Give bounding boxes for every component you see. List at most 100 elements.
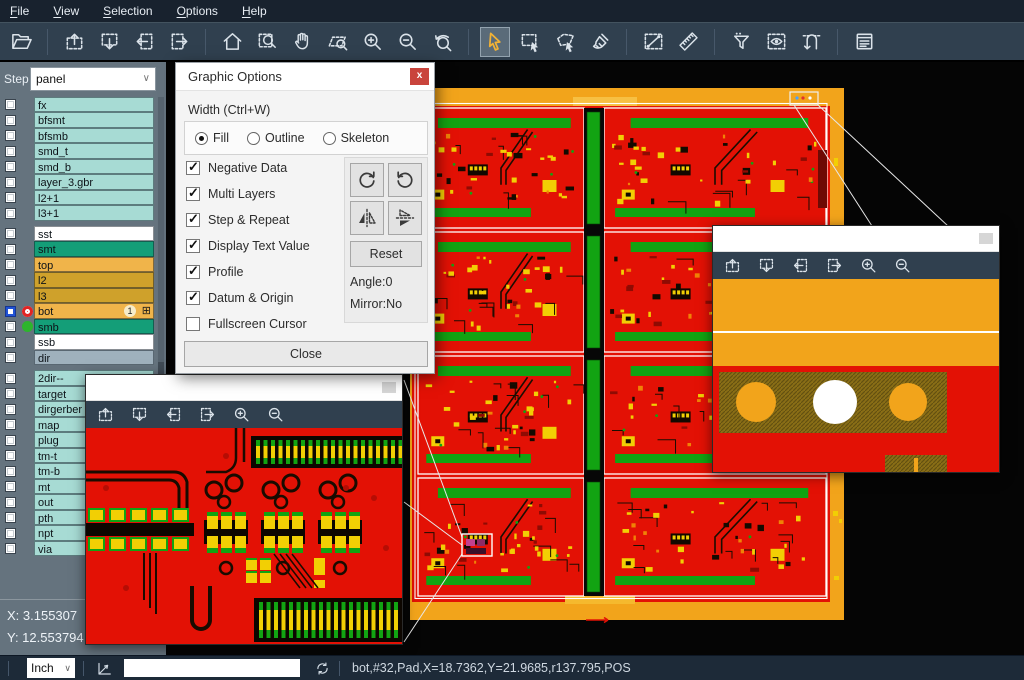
option-checkbox-step-repeat[interactable]: ✓Step & Repeat <box>186 211 289 229</box>
magnifier-window-button[interactable] <box>382 382 396 393</box>
magnifier-view-left[interactable] <box>86 428 402 644</box>
pan-up-button[interactable] <box>59 27 89 57</box>
width-radio-skeleton[interactable]: Skeleton <box>323 131 390 145</box>
corner-angle-icon[interactable] <box>96 659 114 677</box>
ruler-button[interactable] <box>673 27 703 57</box>
snap-button[interactable] <box>796 27 826 57</box>
rotate-ccw-button[interactable] <box>388 163 422 197</box>
layer-name[interactable]: l2 <box>34 272 154 288</box>
width-radio-outline[interactable]: Outline <box>247 131 305 145</box>
layer-name[interactable]: smd_t <box>34 143 154 159</box>
select-rect-button[interactable] <box>515 27 545 57</box>
layer-visibility-checkbox[interactable] <box>5 512 16 523</box>
layer-visibility-checkbox[interactable] <box>5 208 16 219</box>
pan-left-button[interactable] <box>791 256 810 275</box>
layer-visibility-checkbox[interactable] <box>5 373 16 384</box>
home-button[interactable] <box>217 27 247 57</box>
layer-visibility-checkbox[interactable] <box>5 161 16 172</box>
select-polygon-button[interactable] <box>550 27 580 57</box>
layer-visibility-checkbox[interactable] <box>5 115 16 126</box>
layer-visibility-checkbox[interactable] <box>5 306 16 317</box>
layer-visibility-checkbox[interactable] <box>5 228 16 239</box>
layer-name[interactable]: smt <box>34 241 154 257</box>
width-radio-fill[interactable]: Fill <box>195 131 229 145</box>
layer-visibility-checkbox[interactable] <box>5 146 16 157</box>
layer-name[interactable]: bfsmt <box>34 112 154 128</box>
filter-button[interactable] <box>726 27 756 57</box>
rotate-cw-button[interactable] <box>350 163 384 197</box>
layer-visibility-checkbox[interactable] <box>5 466 16 477</box>
layer-list-button[interactable] <box>849 27 879 57</box>
layer-name[interactable]: fx <box>34 97 154 113</box>
clear-brush-button[interactable] <box>585 27 615 57</box>
layer-visibility-checkbox[interactable] <box>5 419 16 430</box>
layer-name[interactable]: sst <box>34 226 154 242</box>
layer-visibility-checkbox[interactable] <box>5 259 16 270</box>
layer-visibility-checkbox[interactable] <box>5 99 16 110</box>
reset-button[interactable]: Reset <box>350 241 422 267</box>
step-select[interactable]: panel ∨ <box>30 67 156 91</box>
pan-left-button[interactable] <box>129 27 159 57</box>
option-checkbox-datum-origin[interactable]: ✓Datum & Origin <box>186 289 293 307</box>
option-checkbox-negative-data[interactable]: ✓Negative Data <box>186 159 287 177</box>
layer-visibility-checkbox[interactable] <box>5 337 16 348</box>
pan-right-button[interactable] <box>164 27 194 57</box>
pan-up-button[interactable] <box>96 405 115 424</box>
layer-name[interactable]: bfsmb <box>34 128 154 144</box>
zoom-out-button[interactable] <box>266 405 285 424</box>
layer-visibility-checkbox[interactable] <box>5 497 16 508</box>
menu-item-help[interactable]: Help <box>242 4 267 18</box>
magnifier-window-button[interactable] <box>979 233 993 244</box>
zoom-out-button[interactable] <box>392 27 422 57</box>
layer-visibility-checkbox[interactable] <box>5 435 16 446</box>
layer-visibility-checkbox[interactable] <box>5 528 16 539</box>
zoom-in-button[interactable] <box>232 405 251 424</box>
layer-visibility-checkbox[interactable] <box>5 130 16 141</box>
layer-visibility-checkbox[interactable] <box>5 450 16 461</box>
layer-visibility-checkbox[interactable] <box>5 543 16 554</box>
option-checkbox-fullscreen-cursor[interactable]: Fullscreen Cursor <box>186 315 307 333</box>
measure-distance-button[interactable] <box>638 27 668 57</box>
layer-name[interactable]: ssb <box>34 334 154 350</box>
zoom-object-button[interactable] <box>322 27 352 57</box>
magnifier-title-bar[interactable] <box>86 375 402 401</box>
magnifier-title-bar[interactable] <box>713 226 999 252</box>
layer-name[interactable]: layer_3.gbr <box>34 174 154 190</box>
layer-name[interactable]: dir <box>34 350 154 366</box>
layer-visibility-checkbox[interactable] <box>5 321 16 332</box>
layer-name[interactable]: l3 <box>34 288 154 304</box>
select-cursor-button[interactable] <box>480 27 510 57</box>
zoom-previous-button[interactable] <box>427 27 457 57</box>
flip-vertical-button[interactable] <box>388 201 422 235</box>
menu-item-file[interactable]: File <box>10 4 29 18</box>
pan-up-button[interactable] <box>723 256 742 275</box>
menu-item-view[interactable]: View <box>53 4 79 18</box>
layer-visibility-checkbox[interactable] <box>5 388 16 399</box>
menu-item-options[interactable]: Options <box>177 4 218 18</box>
pan-hand-button[interactable] <box>287 27 317 57</box>
layer-name[interactable]: smb <box>34 319 154 335</box>
option-checkbox-multi-layers[interactable]: ✓Multi Layers <box>186 185 275 203</box>
layer-visibility-checkbox[interactable] <box>5 352 16 363</box>
pan-down-button[interactable] <box>94 27 124 57</box>
layer-name[interactable]: l2+1 <box>34 190 154 206</box>
layer-visibility-checkbox[interactable] <box>5 404 16 415</box>
zoom-out-button[interactable] <box>893 256 912 275</box>
flip-horizontal-button[interactable] <box>350 201 384 235</box>
layer-visibility-checkbox[interactable] <box>5 177 16 188</box>
layer-visibility-checkbox[interactable] <box>5 290 16 301</box>
magnifier-view-right[interactable] <box>713 279 999 472</box>
zoom-in-button[interactable] <box>357 27 387 57</box>
menu-item-selection[interactable]: Selection <box>103 4 152 18</box>
pan-down-button[interactable] <box>130 405 149 424</box>
close-button[interactable]: Close <box>184 341 428 367</box>
layer-visibility-checkbox[interactable] <box>5 481 16 492</box>
zoom-in-button[interactable] <box>859 256 878 275</box>
dialog-close-icon[interactable]: x <box>410 68 429 85</box>
layer-name[interactable]: l3+1 <box>34 205 154 221</box>
preview-eye-button[interactable] <box>761 27 791 57</box>
pan-down-button[interactable] <box>757 256 776 275</box>
option-checkbox-profile[interactable]: ✓Profile <box>186 263 243 281</box>
layer-visibility-checkbox[interactable] <box>5 275 16 286</box>
pan-left-button[interactable] <box>164 405 183 424</box>
